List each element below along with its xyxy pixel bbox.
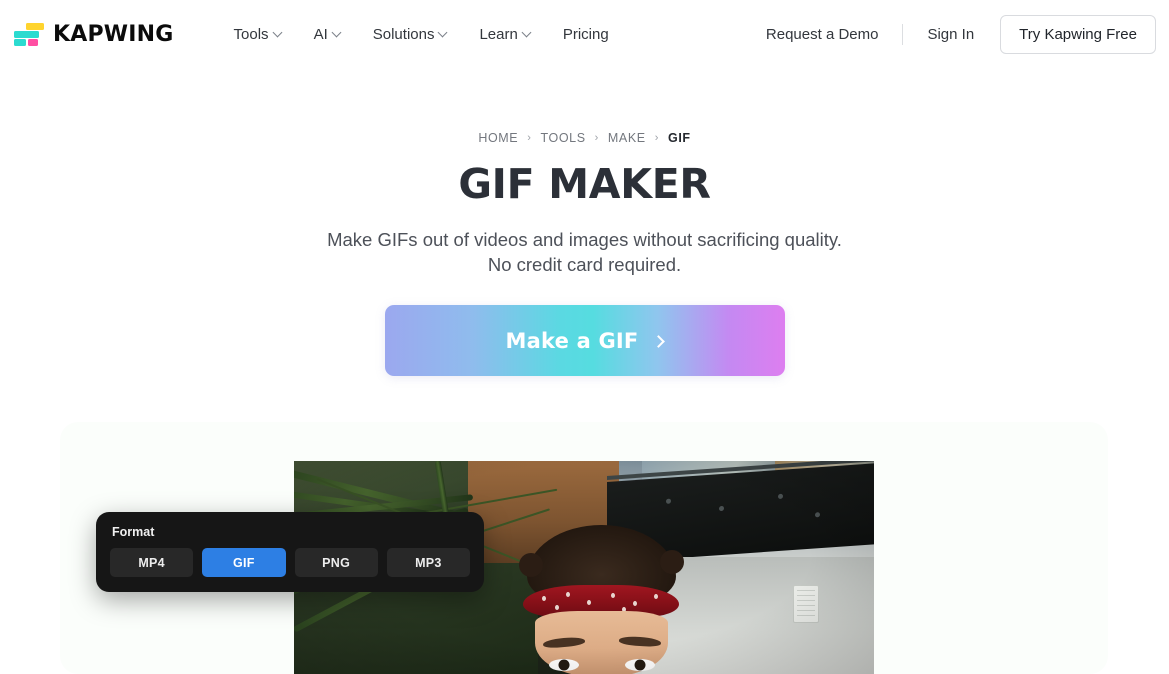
pupil [634,659,646,671]
secondary-nav-actions: Request a Demo Sign In Try Kapwing Free [754,15,1156,54]
nav-item-pricing-label: Pricing [562,26,609,43]
chevron-down-icon [523,29,531,37]
request-demo-link[interactable]: Request a Demo [754,18,891,51]
hero-subtitle-line-1: Make GIFs out of videos and images witho… [327,229,842,250]
format-option-gif[interactable]: GIF [202,548,286,577]
chevron-down-icon [439,29,447,37]
sign-in-link[interactable]: Sign In [915,18,986,51]
nav-item-ai-label: AI [313,26,328,43]
bolt-icon [665,498,671,505]
nav-item-solutions-label: Solutions [372,26,435,43]
page-root: KAPWING Tools AI Solutions Learn Pricing [0,0,1169,674]
nav-item-tools-label: Tools [233,26,269,43]
person-subject [518,524,685,674]
format-option-mp3[interactable]: MP3 [386,548,470,577]
format-panel-label: Format [112,525,155,539]
breadcrumb-separator-icon: › [594,132,599,144]
make-a-gif-button[interactable]: Make a GIF [384,305,785,376]
nav-item-solutions[interactable]: Solutions [357,18,464,51]
bandana-dot [554,604,559,610]
breadcrumb-item-home[interactable]: HOME [478,131,518,145]
page-title: GIF MAKER [458,160,711,208]
nav-divider [902,24,904,45]
primary-nav-links: Tools AI Solutions Learn Pricing [218,18,625,51]
chevron-down-icon [333,29,341,37]
bandana-dot [632,600,637,606]
bolt-icon [815,512,821,519]
hero-subtitle: Make GIFs out of videos and images witho… [0,227,1169,277]
format-option-png[interactable]: PNG [294,548,378,577]
try-kapwing-free-button[interactable]: Try Kapwing Free [1000,15,1156,54]
breadcrumb-separator-icon: › [654,132,660,144]
breadcrumb-item-current-gif: GIF [668,131,691,145]
bandana-dot [587,600,592,606]
nav-item-tools[interactable]: Tools [218,18,298,51]
top-navigation-bar: KAPWING Tools AI Solutions Learn Pricing [0,0,1169,69]
format-options-row: MP4 GIF PNG MP3 [110,548,470,577]
bandana-dot [610,593,615,599]
brand-name: KAPWING [53,22,174,47]
nav-item-ai[interactable]: AI [298,18,357,51]
logo-bar-yellow [26,22,44,30]
logo-bar-pink [28,38,38,46]
chevron-right-icon [652,335,666,348]
bandana-dot [654,594,659,600]
bolt-icon [719,506,725,512]
breadcrumb: HOME › TOOLS › MAKE › GIF [0,131,1169,145]
make-a-gif-button-label: Make a GIF [505,328,639,353]
format-panel: Format MP4 GIF PNG MP3 [96,512,484,592]
pupil [558,659,570,671]
bolt-icon [777,494,783,500]
breadcrumb-item-tools[interactable]: TOOLS [541,131,586,145]
eye-right [624,659,655,672]
nav-item-learn[interactable]: Learn [463,18,546,51]
nav-item-learn-label: Learn [479,26,518,43]
logo-bar-cyan-bottom [14,38,26,46]
nav-item-pricing[interactable]: Pricing [547,18,625,51]
format-option-mp4[interactable]: MP4 [110,548,194,577]
hero-section: HOME › TOOLS › MAKE › GIF GIF MAKER Make… [0,69,1169,376]
brand-logo-link[interactable]: KAPWING [14,22,174,48]
bandana-dot [542,596,547,602]
breadcrumb-separator-icon: › [527,132,532,144]
hero-subtitle-line-2: No credit card required. [487,254,682,275]
breadcrumb-item-make[interactable]: MAKE [608,131,646,145]
kapwing-logo-icon [14,22,44,48]
chevron-down-icon [274,29,282,37]
bandana-dot [565,591,570,597]
logo-bar-cyan-top [14,30,39,38]
wall-vent [792,584,819,623]
